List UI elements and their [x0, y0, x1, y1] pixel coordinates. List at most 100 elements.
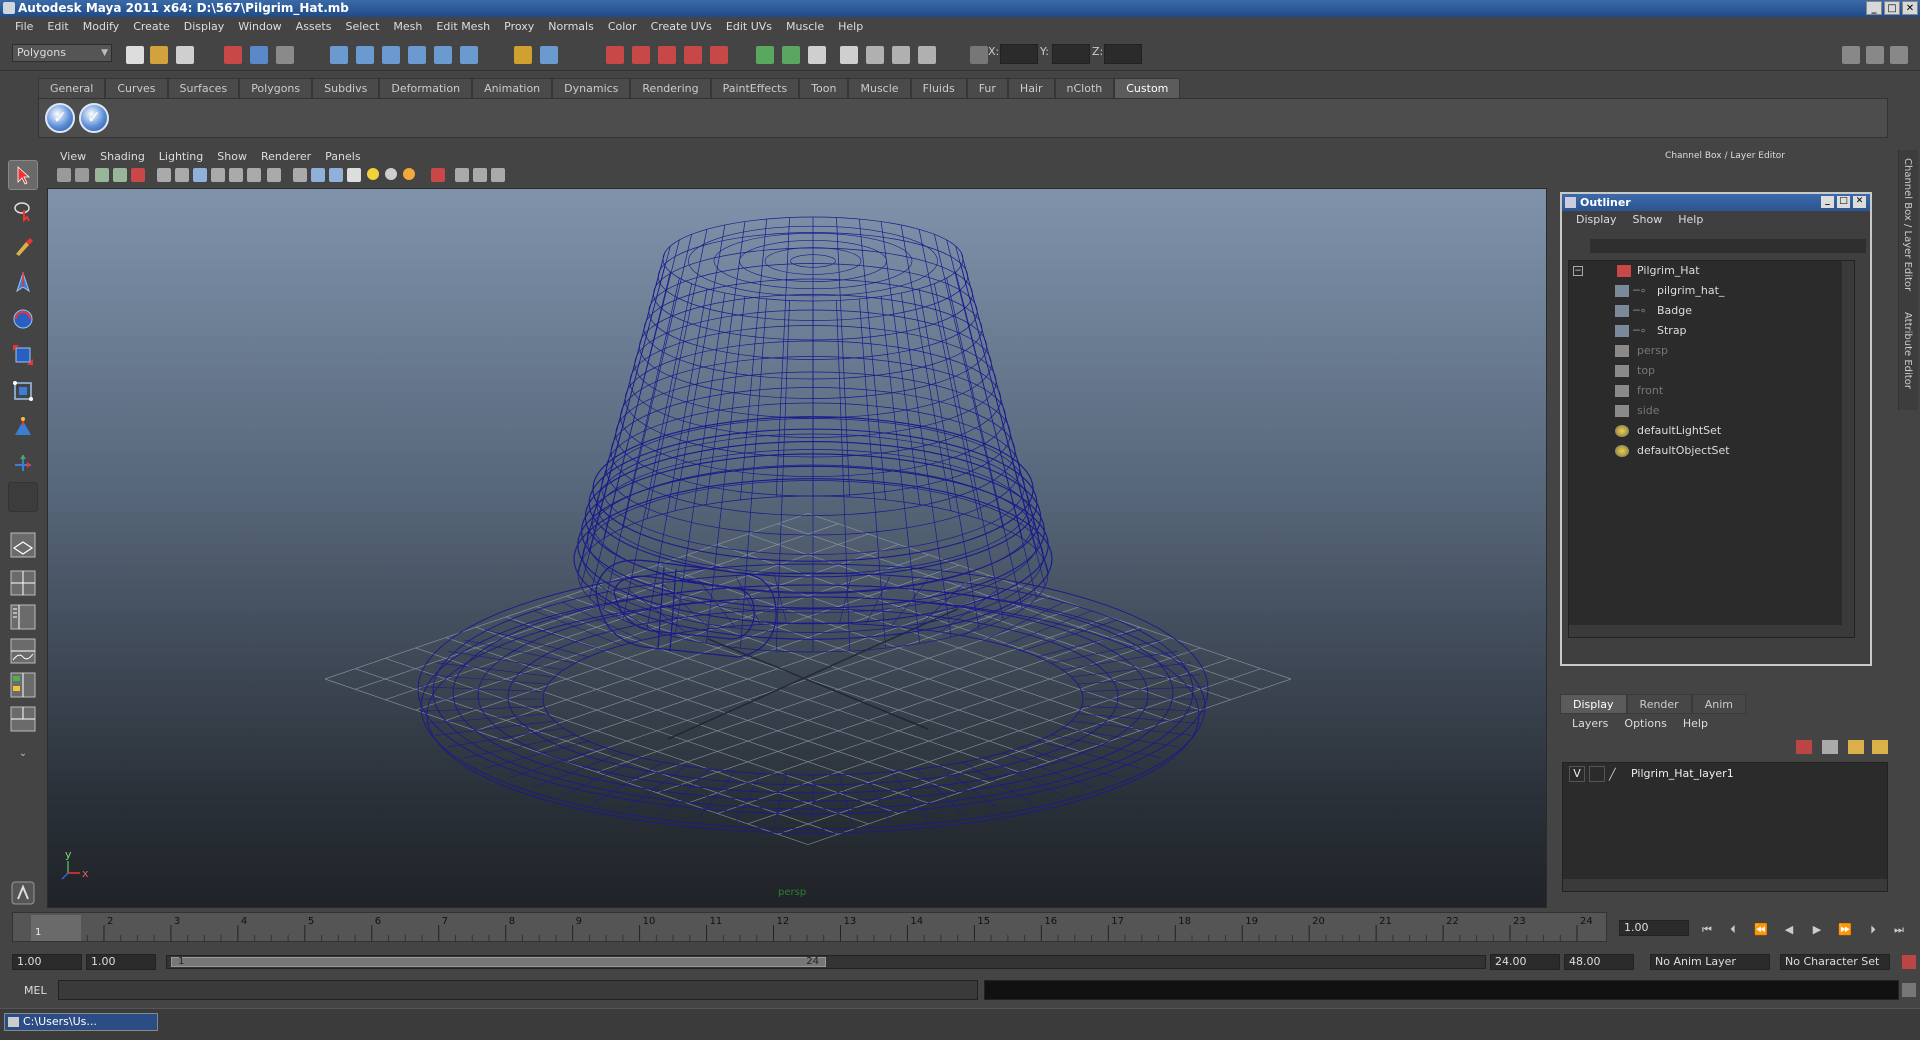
relative-mode-icon[interactable]: [866, 46, 884, 64]
outliner-item-badge[interactable]: ─∘ Badge: [1569, 301, 1849, 321]
persp-outliner-graph-layout-icon[interactable]: [8, 704, 38, 734]
minimize-icon[interactable]: _: [1821, 196, 1834, 208]
hypershade-persp-layout-icon[interactable]: [8, 670, 38, 700]
shelf-tab-rendering[interactable]: Rendering: [630, 78, 711, 98]
outliner-menu-display[interactable]: Display: [1568, 211, 1625, 229]
shadows-icon[interactable]: [403, 168, 415, 180]
menu-modify[interactable]: Modify: [76, 17, 126, 37]
outliner-item-pilgrim-hat[interactable]: Pilgrim_Hat: [1569, 261, 1849, 281]
current-frame-field[interactable]: 1.00: [1619, 920, 1689, 936]
anim-layer-dropdown[interactable]: No Anim Layer: [1650, 954, 1770, 970]
safe-title-icon[interactable]: [267, 168, 281, 182]
show-channel-box-icon[interactable]: [1890, 46, 1908, 64]
menu-edit-mesh[interactable]: Edit Mesh: [429, 17, 497, 37]
image-plane-icon[interactable]: [113, 168, 127, 182]
go-to-end-icon[interactable]: ⏭: [1890, 923, 1908, 937]
step-forward-key-icon[interactable]: ⏩: [1836, 923, 1854, 937]
viewport-menu-renderer[interactable]: Renderer: [254, 148, 318, 166]
last-tool-used-icon[interactable]: [8, 482, 38, 512]
bookmark-icon[interactable]: [95, 168, 109, 182]
menu-select[interactable]: Select: [338, 17, 386, 37]
outliner-menu-help[interactable]: Help: [1670, 211, 1711, 229]
show-manipulator-icon[interactable]: [8, 448, 38, 478]
layer-tab-anim[interactable]: Anim: [1691, 694, 1746, 714]
new-layer-selected-icon[interactable]: [1872, 740, 1888, 754]
save-scene-icon[interactable]: [176, 46, 194, 64]
shelf-tab-custom[interactable]: Custom: [1114, 78, 1181, 98]
textured-icon[interactable]: [347, 168, 361, 182]
animation-start-field[interactable]: 1.00: [12, 954, 82, 970]
current-time-indicator[interactable]: 1: [31, 915, 81, 941]
step-back-key-icon[interactable]: ⏪: [1752, 923, 1770, 937]
viewport-menu-lighting[interactable]: Lighting: [152, 148, 210, 166]
layer-color-swatch[interactable]: ╱: [1609, 766, 1621, 782]
menu-file[interactable]: File: [8, 17, 40, 37]
perspective-viewport[interactable]: y x persp: [47, 188, 1547, 908]
snap-point-icon[interactable]: [382, 46, 400, 64]
time-slider[interactable]: 123456789101112131415161718192021222324 …: [12, 912, 1607, 942]
make-live-icon[interactable]: [434, 46, 452, 64]
command-language-label[interactable]: MEL: [24, 984, 47, 997]
outliner-item-side[interactable]: side: [1569, 401, 1849, 421]
script-editor-icon[interactable]: [8, 878, 38, 908]
outliner-item-pilgrim-hat-mesh[interactable]: ─∘ pilgrim_hat_: [1569, 281, 1849, 301]
outliner-item-top[interactable]: top: [1569, 361, 1849, 381]
select-tool-icon[interactable]: [8, 160, 38, 190]
default-lighting-icon[interactable]: [367, 168, 379, 180]
layer-tab-render[interactable]: Render: [1626, 694, 1692, 714]
shelf-tab-animation[interactable]: Animation: [472, 78, 553, 98]
menu-edit[interactable]: Edit: [40, 17, 75, 37]
numeric-input-icon[interactable]: [970, 46, 988, 64]
four-view-layout-icon[interactable]: [8, 568, 38, 598]
attribute-editor-toggle-icon[interactable]: [808, 46, 826, 64]
camera-attributes-icon[interactable]: [75, 168, 89, 182]
shelf-tab-fluids[interactable]: Fluids: [910, 78, 967, 98]
move-tool-icon[interactable]: [8, 268, 38, 298]
grid-icon[interactable]: [157, 168, 171, 182]
all-lights-icon[interactable]: [385, 168, 397, 180]
playback-start-field[interactable]: 1.00: [86, 954, 156, 970]
menu-help[interactable]: Help: [831, 17, 870, 37]
input-ops-icon[interactable]: [460, 46, 478, 64]
outliner-item-default-object-set[interactable]: defaultObjectSet: [1569, 441, 1849, 461]
close-icon[interactable]: ✕: [1902, 1, 1918, 15]
show-tool-settings-icon[interactable]: [1866, 46, 1884, 64]
shelf-tab-toon[interactable]: Toon: [799, 78, 849, 98]
render-settings-icon[interactable]: [658, 46, 676, 64]
wireframe-icon[interactable]: [293, 168, 307, 182]
show-attribute-editor-icon[interactable]: [1842, 46, 1860, 64]
character-set-dropdown[interactable]: No Character Set: [1780, 954, 1890, 970]
outliner-item-front[interactable]: front: [1569, 381, 1849, 401]
menu-color[interactable]: Color: [601, 17, 644, 37]
shelf-tab-deformation[interactable]: Deformation: [379, 78, 473, 98]
scale-tool-icon[interactable]: [8, 340, 38, 370]
snap-view-plane-icon[interactable]: [408, 46, 426, 64]
menu-create-uvs[interactable]: Create UVs: [644, 17, 719, 37]
x-input[interactable]: [1000, 44, 1038, 64]
layer-horizontal-scrollbar[interactable]: [1563, 879, 1887, 891]
new-scene-icon[interactable]: [126, 46, 144, 64]
highlight-selection-icon[interactable]: [782, 46, 800, 64]
rename-mode-icon[interactable]: [918, 46, 936, 64]
single-perspective-layout-icon[interactable]: [8, 530, 38, 560]
menu-edit-uvs[interactable]: Edit UVs: [719, 17, 779, 37]
animation-end-field[interactable]: 48.00: [1564, 954, 1634, 970]
field-chart-icon[interactable]: [229, 168, 243, 182]
2d-pan-zoom-icon[interactable]: [131, 168, 145, 182]
shelf-tab-polygons[interactable]: Polygons: [239, 78, 313, 98]
layer-display-type-toggle[interactable]: [1589, 766, 1605, 782]
shelf-tab-hair[interactable]: Hair: [1007, 78, 1055, 98]
range-slider[interactable]: 1 24: [166, 955, 1486, 969]
viewport-menu-panels[interactable]: Panels: [318, 148, 367, 166]
shelf-tab-curves[interactable]: Curves: [105, 78, 168, 98]
minimize-icon[interactable]: _: [1866, 1, 1882, 15]
menu-mesh[interactable]: Mesh: [386, 17, 429, 37]
shelf-tab-painteffects[interactable]: PaintEffects: [710, 78, 800, 98]
outliner-item-persp[interactable]: persp: [1569, 341, 1849, 361]
step-back-frame-icon[interactable]: ⏴: [1724, 923, 1742, 937]
shelf-tab-ncloth[interactable]: nCloth: [1054, 78, 1115, 98]
persp-graph-layout-icon[interactable]: [8, 636, 38, 666]
playback-end-field[interactable]: 24.00: [1490, 954, 1560, 970]
go-to-start-icon[interactable]: ⏮: [1698, 923, 1716, 937]
xray-icon[interactable]: [455, 168, 469, 182]
